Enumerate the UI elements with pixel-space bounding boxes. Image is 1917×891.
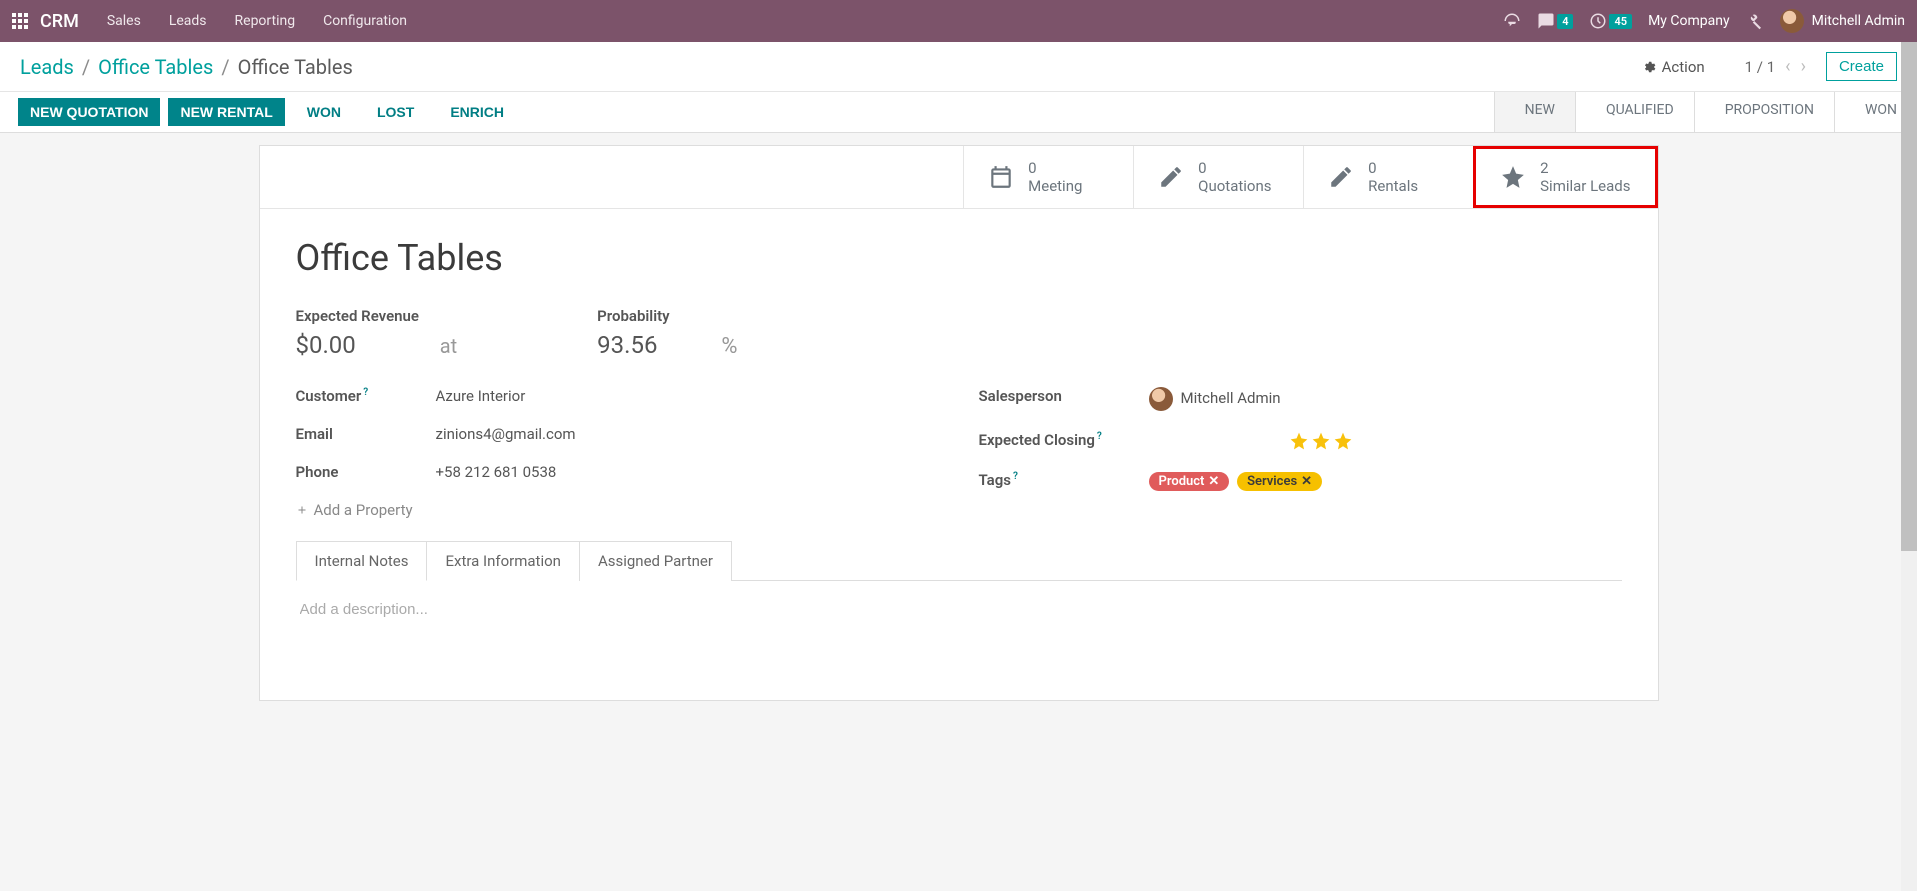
breadcrumb: Leads / Office Tables / Office Tables	[20, 55, 353, 79]
stage-proposition[interactable]: PROPOSITION	[1694, 92, 1834, 132]
user-name: Mitchell Admin	[1812, 13, 1905, 29]
enrich-button[interactable]: ENRICH	[436, 98, 518, 126]
nav-leads[interactable]: Leads	[169, 13, 207, 29]
activities-badge: 45	[1609, 14, 1632, 29]
new-rental-button[interactable]: NEW RENTAL	[168, 98, 284, 126]
edit-icon	[1328, 164, 1354, 190]
breadcrumb-current: Office Tables	[238, 55, 353, 79]
pager-next[interactable]: ›	[1801, 56, 1806, 77]
email-label: Email	[296, 425, 436, 443]
breadcrumb-leads[interactable]: Leads	[20, 55, 74, 79]
stat-boxes: 0Meeting 0Quotations 0Rentals 2Similar L…	[260, 146, 1658, 209]
top-nav: CRM Sales Leads Reporting Configuration …	[0, 0, 1917, 42]
calendar-icon	[988, 164, 1014, 190]
star-icon	[1500, 164, 1526, 190]
pager-prev[interactable]: ‹	[1785, 56, 1790, 77]
star-icon	[1333, 431, 1353, 451]
tags-label: Tags?	[979, 471, 1149, 491]
control-row: Leads / Office Tables / Office Tables Ac…	[0, 42, 1917, 92]
messages-icon[interactable]: 4	[1537, 12, 1573, 30]
customer-value[interactable]: Azure Interior	[436, 387, 526, 405]
stage-bar: NEW QUALIFIED PROPOSITION WON	[1494, 92, 1917, 132]
customer-label: Customer?	[296, 387, 436, 405]
salesperson-value[interactable]: Mitchell Admin	[1149, 387, 1281, 411]
phone-label: Phone	[296, 463, 436, 481]
tab-internal-notes[interactable]: Internal Notes	[296, 541, 428, 581]
scrollbar[interactable]	[1901, 42, 1917, 891]
user-menu[interactable]: Mitchell Admin	[1780, 9, 1905, 33]
expected-revenue-label: Expected Revenue	[296, 307, 458, 325]
tab-content	[296, 580, 1622, 700]
tags-value[interactable]: Product✕ Services✕	[1149, 471, 1327, 491]
tabs: Internal Notes Extra Information Assigne…	[296, 541, 1622, 581]
won-button[interactable]: WON	[293, 98, 355, 126]
avatar-icon	[1780, 9, 1804, 33]
edit-icon	[1158, 164, 1184, 190]
tag-product[interactable]: Product✕	[1149, 472, 1230, 491]
scrollbar-thumb[interactable]	[1901, 42, 1917, 551]
stage-new[interactable]: NEW	[1494, 92, 1575, 132]
nav-reporting[interactable]: Reporting	[235, 13, 296, 29]
expected-revenue-value[interactable]: $0.00	[296, 331, 356, 359]
lost-button[interactable]: LOST	[363, 98, 428, 126]
messages-badge: 4	[1557, 14, 1573, 29]
pager-text: 1 / 1	[1745, 58, 1776, 76]
action-menu[interactable]: Action	[1642, 58, 1705, 76]
activities-icon[interactable]: 45	[1589, 12, 1632, 30]
tag-remove-icon[interactable]: ✕	[1301, 474, 1312, 489]
gear-icon	[1642, 60, 1656, 74]
plus-icon	[296, 504, 308, 516]
tag-remove-icon[interactable]: ✕	[1208, 474, 1219, 489]
salesperson-avatar-icon	[1149, 387, 1173, 411]
star-icon	[1311, 431, 1331, 451]
salesperson-label: Salesperson	[979, 387, 1149, 411]
star-icon	[1289, 431, 1309, 451]
tab-assigned-partner[interactable]: Assigned Partner	[579, 541, 732, 581]
nav-configuration[interactable]: Configuration	[323, 13, 407, 29]
tab-extra-information[interactable]: Extra Information	[426, 541, 579, 581]
new-quotation-button[interactable]: NEW QUOTATION	[18, 98, 160, 126]
pager: 1 / 1 ‹ ›	[1745, 56, 1806, 77]
nav-sales[interactable]: Sales	[107, 13, 141, 29]
create-button[interactable]: Create	[1826, 52, 1897, 81]
apps-icon[interactable]	[12, 13, 28, 29]
priority-stars[interactable]	[1289, 431, 1353, 451]
stat-quotations[interactable]: 0Quotations	[1133, 146, 1303, 208]
email-value[interactable]: zinions4@gmail.com	[436, 425, 576, 443]
lead-title[interactable]: Office Tables	[296, 237, 1622, 279]
breadcrumb-office-tables[interactable]: Office Tables	[98, 55, 213, 79]
form-card: 0Meeting 0Quotations 0Rentals 2Similar L…	[259, 145, 1659, 701]
description-input[interactable]	[300, 601, 1618, 618]
stat-rentals[interactable]: 0Rentals	[1303, 146, 1473, 208]
phone-value[interactable]: +58 212 681 0538	[436, 463, 557, 481]
stat-meeting[interactable]: 0Meeting	[963, 146, 1133, 208]
add-property-button[interactable]: Add a Property	[296, 491, 939, 529]
stage-qualified[interactable]: QUALIFIED	[1575, 92, 1694, 132]
expected-closing-label: Expected Closing?	[979, 431, 1149, 451]
company-switcher[interactable]: My Company	[1648, 13, 1730, 29]
debug-icon[interactable]	[1746, 12, 1764, 30]
probability-value[interactable]: 93.56	[597, 331, 657, 359]
tag-services[interactable]: Services✕	[1237, 472, 1322, 491]
voip-icon[interactable]	[1503, 12, 1521, 30]
stat-similar-leads[interactable]: 2Similar Leads	[1473, 146, 1657, 208]
brand[interactable]: CRM	[40, 11, 79, 32]
probability-label: Probability	[597, 307, 737, 325]
toolbar: NEW QUOTATION NEW RENTAL WON LOST ENRICH…	[0, 92, 1917, 133]
